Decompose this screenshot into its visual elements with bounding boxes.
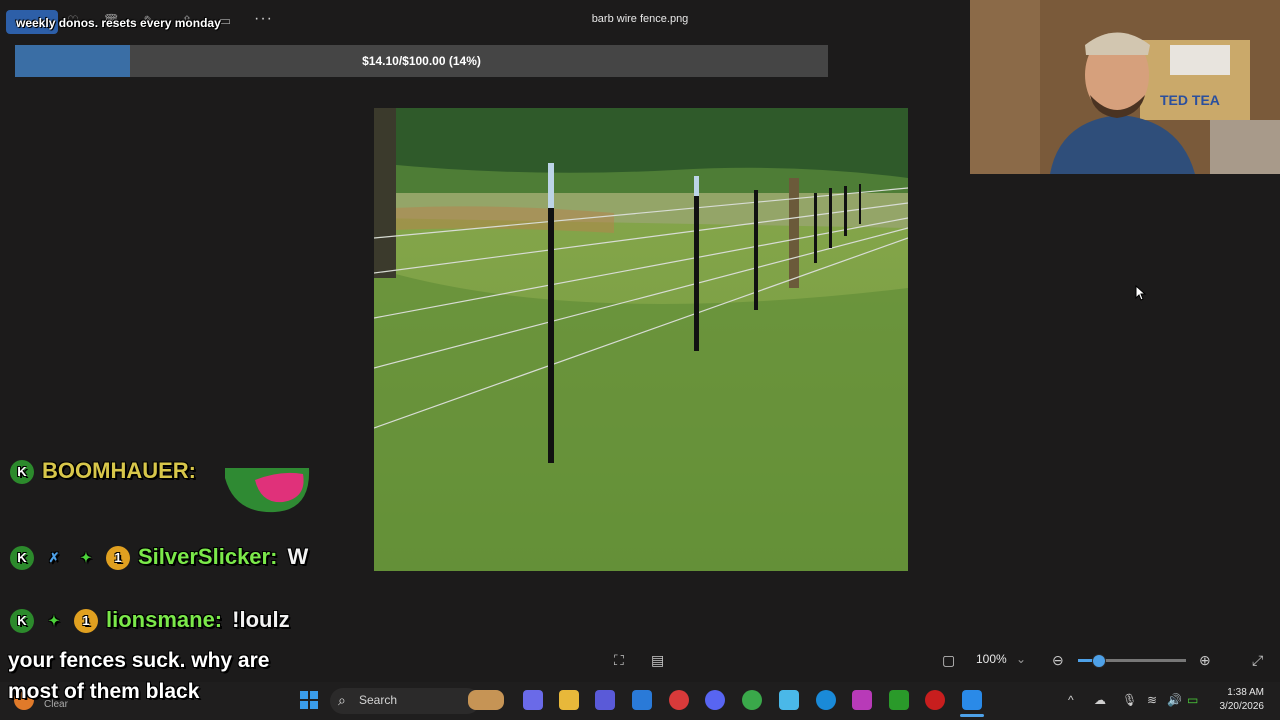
chat-overlay-message: your fences suck. why are most of them b… — [8, 645, 269, 707]
chat-overlay-line: your fences suck. why are — [8, 649, 270, 672]
chat-username: BOOMHAUER: — [42, 458, 196, 483]
taskbar-time[interactable]: 1:38 AM — [1212, 687, 1264, 698]
zoom-level-value: 100% — [976, 652, 1007, 666]
chrome-icon[interactable] — [742, 690, 762, 710]
chat-message-partial: K BOOMHAUER: — [10, 458, 196, 485]
image-details-icon[interactable]: ▤ — [651, 652, 664, 669]
copilot-icon[interactable] — [523, 690, 543, 710]
search-icon: ⌕ — [338, 692, 346, 708]
kick-badge-icon: K — [10, 609, 34, 634]
donation-goal-label: weekly donos. resets every monday — [16, 16, 221, 30]
badge-icon: K — [10, 460, 34, 485]
store-icon[interactable] — [632, 690, 652, 710]
fullscreen-icon[interactable]: ⤢ — [1252, 652, 1263, 669]
wifi-icon[interactable]: ≋ — [1147, 693, 1157, 707]
taskbar-date[interactable]: 3/20/2026 — [1206, 701, 1265, 712]
fit-to-window-icon[interactable]: ⛶ — [614, 652, 624, 669]
photos-icon[interactable] — [962, 690, 982, 710]
cloud-icon[interactable]: ☁ — [1094, 693, 1106, 707]
file-explorer-icon[interactable] — [559, 690, 579, 710]
chat-message: K ✦ 1 lionsmane: !loulz — [10, 607, 290, 634]
zoom-level-select[interactable]: 100% ⌄ — [976, 652, 1026, 666]
file-name-title: barb wire fence.png — [591, 13, 689, 25]
chevron-down-icon: ⌄ — [1016, 652, 1027, 666]
zoom-out-icon[interactable]: ⊖ — [1052, 652, 1064, 669]
app-icon[interactable] — [852, 690, 872, 710]
diamond-badge-icon: ✦ — [48, 613, 60, 629]
chat-username: lionsmane: — [106, 607, 223, 632]
teams-icon[interactable] — [595, 690, 615, 710]
taskbar-search[interactable] — [330, 688, 480, 714]
mouse-cursor-icon — [1135, 285, 1147, 301]
sword-badge-icon: ✗ — [48, 550, 60, 566]
chat-overlay-line: most of them black — [8, 680, 200, 703]
webcam-feed: TED TEA — [970, 0, 1280, 174]
search-placeholder: Search — [359, 693, 398, 707]
actual-size-icon[interactable]: ▢ — [942, 652, 955, 669]
chat-username: SilverSlicker: — [138, 544, 278, 569]
zoom-in-icon[interactable]: ⊕ — [1199, 652, 1211, 669]
diamond-badge-icon: ✦ — [80, 550, 92, 566]
more-options-icon[interactable]: ··· — [254, 10, 273, 28]
subscriber-badge-icon: 1 — [106, 546, 130, 571]
volume-icon[interactable]: 🔊 — [1167, 693, 1182, 707]
discord-icon[interactable] — [705, 690, 725, 710]
obs-icon[interactable] — [925, 690, 945, 710]
fence-photo — [374, 108, 908, 571]
kick-badge-icon: K — [10, 546, 34, 571]
browser-icon[interactable] — [669, 690, 689, 710]
active-app-indicator — [960, 714, 984, 717]
svg-text:TED TEA: TED TEA — [1160, 92, 1220, 108]
donation-progress-bar: $14.10/$100.00 (14%) — [15, 45, 828, 77]
settings-app-icon[interactable] — [779, 690, 799, 710]
battery-icon[interactable]: ▭ — [1187, 693, 1198, 707]
chat-text: !loulz — [232, 607, 290, 632]
search-highlight-icon — [468, 690, 504, 710]
chat-message: K ✗ ✦ 1 SilverSlicker: W — [10, 544, 309, 571]
chat-emote-icon — [225, 468, 310, 513]
chevron-up-icon[interactable]: ^ — [1068, 693, 1074, 707]
zoom-slider-thumb[interactable] — [1092, 654, 1106, 668]
edge-icon[interactable] — [816, 690, 836, 710]
microphone-icon[interactable]: 🎙 — [1122, 693, 1137, 707]
donation-progress-text: $14.10/$100.00 (14%) — [362, 54, 481, 68]
xbox-icon[interactable] — [889, 690, 909, 710]
chat-text: W — [287, 544, 309, 569]
windows-start-icon[interactable] — [299, 690, 319, 710]
subscriber-badge-icon: 1 — [74, 609, 98, 634]
